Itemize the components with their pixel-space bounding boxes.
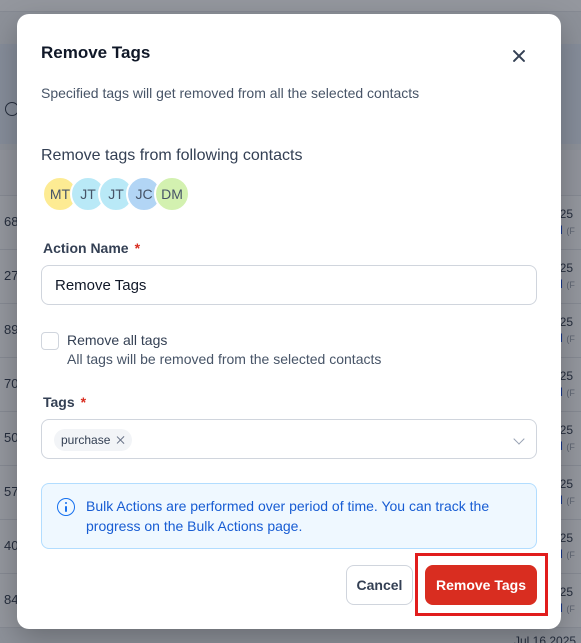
- tag-chip: purchase: [54, 429, 133, 451]
- modal-subtitle: Specified tags will get removed from all…: [41, 85, 420, 101]
- remove-all-tags-checkbox[interactable]: [41, 332, 59, 350]
- action-name-label-text: Action Name: [43, 240, 129, 256]
- action-name-input[interactable]: Remove Tags: [41, 265, 537, 305]
- remove-all-tags-label[interactable]: Remove all tags: [67, 332, 167, 348]
- close-icon[interactable]: [507, 44, 531, 68]
- remove-tag-icon[interactable]: [116, 435, 126, 445]
- info-text: Bulk Actions are performed over period o…: [86, 498, 490, 534]
- modal-title: Remove Tags: [41, 43, 151, 62]
- remove-tags-modal: Remove Tags Specified tags will get remo…: [17, 14, 561, 629]
- info-banner: Bulk Actions are performed over period o…: [41, 483, 537, 549]
- tags-label-text: Tags: [43, 394, 75, 410]
- tag-chip-label: purchase: [61, 433, 111, 447]
- chevron-down-icon[interactable]: [513, 433, 525, 445]
- remove-tags-button[interactable]: Remove Tags: [425, 565, 537, 605]
- tags-select[interactable]: purchase: [41, 419, 537, 459]
- cancel-button[interactable]: Cancel: [346, 565, 413, 605]
- tags-label: Tags *: [43, 394, 86, 410]
- required-marker: *: [134, 240, 141, 256]
- contact-avatar: DM: [154, 176, 190, 212]
- info-icon: [57, 498, 75, 516]
- contacts-section-label: Remove tags from following contacts: [41, 147, 303, 164]
- required-marker: *: [80, 394, 87, 410]
- action-name-label: Action Name *: [43, 240, 140, 256]
- remove-all-tags-help: All tags will be removed from the select…: [67, 351, 382, 367]
